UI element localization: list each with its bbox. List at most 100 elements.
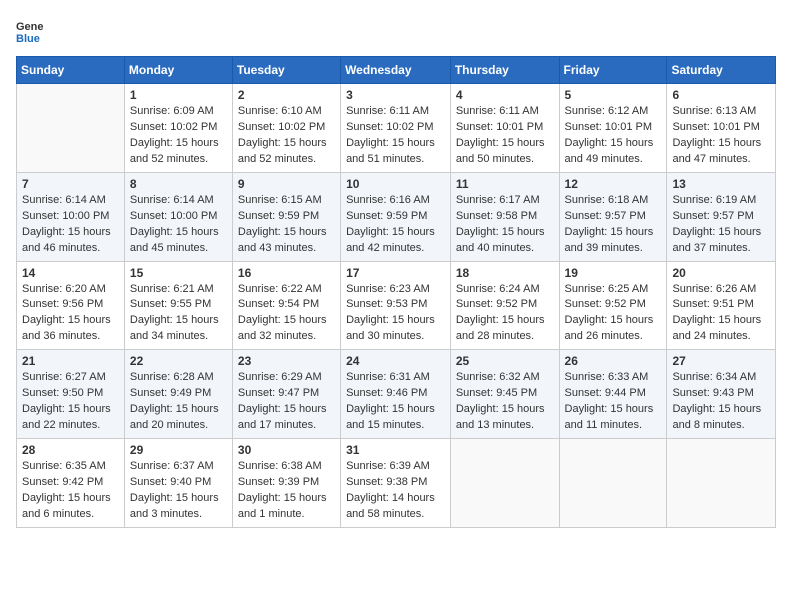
day-number: 4 bbox=[456, 88, 554, 102]
cell-info: Sunrise: 6:14 AM Sunset: 10:00 PM Daylig… bbox=[22, 193, 119, 257]
calendar-cell: 13 Sunrise: 6:19 AM Sunset: 9:57 PM Dayli… bbox=[667, 172, 776, 261]
calendar-week-row: 28 Sunrise: 6:35 AM Sunset: 9:42 PM Dayli… bbox=[17, 439, 776, 528]
calendar-cell: 10Sunrise: 6:16 AM Sunset: 9:59 PM Dayli… bbox=[341, 172, 451, 261]
cell-info: Sunrise: 6:13 AM Sunset: 10:01 PM Daylig… bbox=[672, 104, 770, 168]
day-of-week-header: Monday bbox=[124, 57, 232, 84]
day-number: 14 bbox=[22, 266, 119, 280]
calendar-cell: 25 Sunrise: 6:32 AM Sunset: 9:45 PM Dayli… bbox=[450, 350, 559, 439]
svg-text:Blue: Blue bbox=[16, 33, 40, 44]
calendar-cell: 23 Sunrise: 6:29 AM Sunset: 9:47 PM Dayli… bbox=[232, 350, 340, 439]
cell-info: Sunrise: 6:19 AM Sunset: 9:57 PM Dayligh… bbox=[672, 193, 770, 257]
cell-info: Sunrise: 6:32 AM Sunset: 9:45 PM Dayligh… bbox=[456, 370, 554, 434]
calendar-cell: 18 Sunrise: 6:24 AM Sunset: 9:52 PM Dayli… bbox=[450, 261, 559, 350]
calendar-cell: 24Sunrise: 6:31 AM Sunset: 9:46 PM Dayli… bbox=[341, 350, 451, 439]
day-number: 19 bbox=[565, 266, 662, 280]
calendar-week-row: 21 Sunrise: 6:27 AM Sunset: 9:50 PM Dayli… bbox=[17, 350, 776, 439]
day-number: 13 bbox=[672, 177, 770, 191]
calendar-cell: 21 Sunrise: 6:27 AM Sunset: 9:50 PM Dayli… bbox=[17, 350, 125, 439]
day-number: 25 bbox=[456, 354, 554, 368]
cell-info: Sunrise: 6:39 AM Sunset: 9:38 PM Dayligh… bbox=[346, 459, 445, 523]
day-number: 24 bbox=[346, 354, 445, 368]
cell-info: Sunrise: 6:21 AM Sunset: 9:55 PM Dayligh… bbox=[130, 282, 227, 346]
day-number: 3 bbox=[346, 88, 445, 102]
calendar-cell: 26 Sunrise: 6:33 AM Sunset: 9:44 PM Dayli… bbox=[559, 350, 667, 439]
calendar-cell: 20Sunrise: 6:26 AM Sunset: 9:51 PM Dayli… bbox=[667, 261, 776, 350]
day-number: 18 bbox=[456, 266, 554, 280]
cell-info: Sunrise: 6:29 AM Sunset: 9:47 PM Dayligh… bbox=[238, 370, 335, 434]
calendar-cell: 22 Sunrise: 6:28 AM Sunset: 9:49 PM Dayli… bbox=[124, 350, 232, 439]
calendar-cell bbox=[450, 439, 559, 528]
cell-info: Sunrise: 6:09 AM Sunset: 10:02 PM Daylig… bbox=[130, 104, 227, 168]
cell-info: Sunrise: 6:24 AM Sunset: 9:52 PM Dayligh… bbox=[456, 282, 554, 346]
calendar-cell: 16 Sunrise: 6:22 AM Sunset: 9:54 PM Dayli… bbox=[232, 261, 340, 350]
cell-info: Sunrise: 6:23 AM Sunset: 9:53 PM Dayligh… bbox=[346, 282, 445, 346]
day-number: 20 bbox=[672, 266, 770, 280]
calendar-cell: 6 Sunrise: 6:13 AM Sunset: 10:01 PM Dayli… bbox=[667, 84, 776, 173]
day-number: 28 bbox=[22, 443, 119, 457]
cell-info: Sunrise: 6:11 AM Sunset: 10:02 PM Daylig… bbox=[346, 104, 445, 168]
cell-info: Sunrise: 6:33 AM Sunset: 9:44 PM Dayligh… bbox=[565, 370, 662, 434]
day-number: 9 bbox=[238, 177, 335, 191]
day-number: 16 bbox=[238, 266, 335, 280]
calendar-cell: 3 Sunrise: 6:11 AM Sunset: 10:02 PM Dayli… bbox=[341, 84, 451, 173]
calendar-cell: 29Sunrise: 6:37 AM Sunset: 9:40 PM Dayli… bbox=[124, 439, 232, 528]
cell-info: Sunrise: 6:18 AM Sunset: 9:57 PM Dayligh… bbox=[565, 193, 662, 257]
day-number: 22 bbox=[130, 354, 227, 368]
cell-info: Sunrise: 6:10 AM Sunset: 10:02 PM Daylig… bbox=[238, 104, 335, 168]
calendar-cell bbox=[667, 439, 776, 528]
calendar-cell bbox=[17, 84, 125, 173]
day-number: 7 bbox=[22, 177, 119, 191]
cell-info: Sunrise: 6:35 AM Sunset: 9:42 PM Dayligh… bbox=[22, 459, 119, 523]
calendar-cell bbox=[559, 439, 667, 528]
calendar-cell: 11 Sunrise: 6:17 AM Sunset: 9:58 PM Dayli… bbox=[450, 172, 559, 261]
calendar-cell: 1 Sunrise: 6:09 AM Sunset: 10:02 PM Dayli… bbox=[124, 84, 232, 173]
day-number: 1 bbox=[130, 88, 227, 102]
calendar-cell: 8Sunrise: 6:14 AM Sunset: 10:00 PM Dayli… bbox=[124, 172, 232, 261]
cell-info: Sunrise: 6:28 AM Sunset: 9:49 PM Dayligh… bbox=[130, 370, 227, 434]
calendar-cell: 12 Sunrise: 6:18 AM Sunset: 9:57 PM Dayli… bbox=[559, 172, 667, 261]
calendar-cell: 5 Sunrise: 6:12 AM Sunset: 10:01 PM Dayli… bbox=[559, 84, 667, 173]
calendar-week-row: 1 Sunrise: 6:09 AM Sunset: 10:02 PM Dayli… bbox=[17, 84, 776, 173]
day-of-week-header: Thursday bbox=[450, 57, 559, 84]
calendar-cell: 27Sunrise: 6:34 AM Sunset: 9:43 PM Dayli… bbox=[667, 350, 776, 439]
logo-icon: General Blue bbox=[16, 16, 44, 44]
cell-info: Sunrise: 6:11 AM Sunset: 10:01 PM Daylig… bbox=[456, 104, 554, 168]
cell-info: Sunrise: 6:22 AM Sunset: 9:54 PM Dayligh… bbox=[238, 282, 335, 346]
day-number: 23 bbox=[238, 354, 335, 368]
day-number: 11 bbox=[456, 177, 554, 191]
cell-info: Sunrise: 6:20 AM Sunset: 9:56 PM Dayligh… bbox=[22, 282, 119, 346]
day-number: 26 bbox=[565, 354, 662, 368]
calendar-cell: 9 Sunrise: 6:15 AM Sunset: 9:59 PM Daylig… bbox=[232, 172, 340, 261]
day-number: 21 bbox=[22, 354, 119, 368]
cell-info: Sunrise: 6:34 AM Sunset: 9:43 PM Dayligh… bbox=[672, 370, 770, 434]
cell-info: Sunrise: 6:17 AM Sunset: 9:58 PM Dayligh… bbox=[456, 193, 554, 257]
cell-info: Sunrise: 6:14 AM Sunset: 10:00 PM Daylig… bbox=[130, 193, 227, 257]
calendar-cell: 15 Sunrise: 6:21 AM Sunset: 9:55 PM Dayli… bbox=[124, 261, 232, 350]
cell-info: Sunrise: 6:25 AM Sunset: 9:52 PM Dayligh… bbox=[565, 282, 662, 346]
day-number: 6 bbox=[672, 88, 770, 102]
calendar-cell: 30 Sunrise: 6:38 AM Sunset: 9:39 PM Dayli… bbox=[232, 439, 340, 528]
calendar-table: SundayMondayTuesdayWednesdayThursdayFrid… bbox=[16, 56, 776, 528]
day-number: 15 bbox=[130, 266, 227, 280]
calendar-cell: 28 Sunrise: 6:35 AM Sunset: 9:42 PM Dayli… bbox=[17, 439, 125, 528]
calendar-cell: 2Sunrise: 6:10 AM Sunset: 10:02 PM Dayli… bbox=[232, 84, 340, 173]
day-number: 31 bbox=[346, 443, 445, 457]
day-number: 30 bbox=[238, 443, 335, 457]
calendar-cell: 31 Sunrise: 6:39 AM Sunset: 9:38 PM Dayli… bbox=[341, 439, 451, 528]
day-number: 12 bbox=[565, 177, 662, 191]
day-of-week-header: Sunday bbox=[17, 57, 125, 84]
calendar-cell: 4 Sunrise: 6:11 AM Sunset: 10:01 PM Dayli… bbox=[450, 84, 559, 173]
svg-text:General: General bbox=[16, 21, 44, 33]
day-of-week-header: Tuesday bbox=[232, 57, 340, 84]
calendar-cell: 17 Sunrise: 6:23 AM Sunset: 9:53 PM Dayli… bbox=[341, 261, 451, 350]
page-header: General Blue bbox=[16, 16, 776, 44]
day-of-week-header: Friday bbox=[559, 57, 667, 84]
cell-info: Sunrise: 6:15 AM Sunset: 9:59 PM Dayligh… bbox=[238, 193, 335, 257]
cell-info: Sunrise: 6:38 AM Sunset: 9:39 PM Dayligh… bbox=[238, 459, 335, 523]
calendar-cell: 19 Sunrise: 6:25 AM Sunset: 9:52 PM Dayli… bbox=[559, 261, 667, 350]
cell-info: Sunrise: 6:27 AM Sunset: 9:50 PM Dayligh… bbox=[22, 370, 119, 434]
calendar-cell: 14 Sunrise: 6:20 AM Sunset: 9:56 PM Dayli… bbox=[17, 261, 125, 350]
cell-info: Sunrise: 6:12 AM Sunset: 10:01 PM Daylig… bbox=[565, 104, 662, 168]
day-number: 17 bbox=[346, 266, 445, 280]
day-number: 5 bbox=[565, 88, 662, 102]
